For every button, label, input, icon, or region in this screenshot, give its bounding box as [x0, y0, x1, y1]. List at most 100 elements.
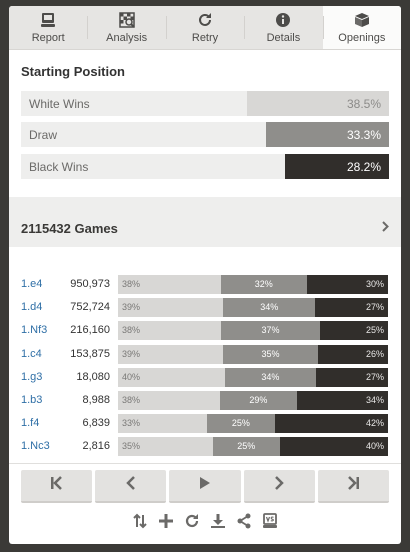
section-divider: [9, 197, 401, 209]
share-button[interactable]: [235, 513, 253, 532]
black-win-segment: 34%: [297, 390, 388, 410]
draw-percent: 32%: [254, 279, 273, 289]
white-win-segment: 39%: [118, 298, 224, 318]
openings-panel: Report Analysis Retry Details Openings S…: [9, 6, 401, 544]
move-row[interactable]: 1.g3 18,080 40% 34% 27%: [21, 366, 389, 389]
starting-position-title: Starting Position: [21, 64, 125, 79]
draw-segment: 29%: [219, 390, 298, 410]
draw-segment: 32%: [220, 275, 307, 294]
move-link[interactable]: 1.b3: [21, 394, 42, 406]
draw-percent: 34%: [261, 371, 280, 382]
black-win-segment: 42%: [274, 414, 388, 434]
draw-segment: 25%: [207, 414, 275, 434]
white-win-percent: 38%: [122, 325, 141, 336]
report-icon: [41, 11, 56, 29]
next-move-icon: [273, 476, 285, 495]
games-count-row[interactable]: 2115432 Games: [9, 209, 401, 247]
tab-openings[interactable]: Openings: [322, 6, 401, 49]
white-win-segment: 33%: [118, 414, 208, 434]
white-win-percent: 39%: [122, 302, 141, 313]
previous-move-icon: [125, 476, 137, 495]
white-win-segment: 38%: [118, 390, 220, 410]
move-game-count: 2,816: [82, 440, 110, 453]
tab-details[interactable]: Details: [244, 6, 322, 49]
move-row[interactable]: 1.Nf3 216,160 38% 37% 25%: [21, 319, 389, 342]
move-link[interactable]: 1.e4: [21, 278, 42, 290]
next-move-button[interactable]: [243, 470, 315, 503]
move-result-bar: 38% 37% 25%: [118, 321, 388, 341]
tab-bar: Report Analysis Retry Details Openings: [9, 6, 401, 50]
tab-report[interactable]: Report: [9, 6, 87, 49]
white-win-percent: 39%: [122, 348, 141, 359]
move-link[interactable]: 1.Nf3: [21, 324, 47, 336]
move-row[interactable]: 1.e4 950,973 38% 32% 30%: [21, 273, 389, 296]
draw-percent: 35%: [261, 348, 280, 359]
white-win-percent: 38%: [122, 394, 141, 405]
reset-icon: [184, 513, 200, 534]
move-result-bar: 35% 25% 40%: [118, 437, 388, 457]
move-link[interactable]: 1.c4: [21, 348, 42, 360]
draw-percent: 33.3%: [346, 128, 381, 142]
flip-board-button[interactable]: [131, 513, 149, 534]
white-win-percent: 38%: [122, 279, 141, 289]
play-button[interactable]: [169, 470, 241, 503]
previous-move-button[interactable]: [95, 470, 167, 503]
move-link[interactable]: 1.g3: [21, 371, 42, 383]
move-result-bar: 33% 25% 42%: [118, 414, 388, 434]
black-win-percent: 30%: [365, 279, 384, 289]
move-link[interactable]: 1.d4: [21, 301, 42, 313]
tab-retry-label: Retry: [191, 32, 219, 44]
move-game-count: 18,080: [76, 370, 110, 383]
play-icon: [199, 476, 211, 495]
black-win-segment: 30%: [306, 275, 388, 294]
move-game-count: 8,988: [82, 393, 110, 406]
tab-retry[interactable]: Retry: [165, 6, 244, 49]
info-icon: [275, 11, 291, 29]
move-link[interactable]: 1.f4: [21, 417, 39, 429]
black-win-percent: 42%: [365, 418, 384, 429]
black-win-segment: 25%: [320, 321, 388, 341]
black-wins-bar: Black Wins 28.2%: [21, 154, 389, 179]
black-win-percent: 40%: [365, 441, 384, 452]
first-move-icon: [49, 476, 65, 495]
white-win-percent: 35%: [122, 441, 141, 452]
download-button[interactable]: [209, 513, 227, 532]
tab-report-label: Report: [31, 32, 65, 44]
move-game-count: 153,875: [70, 347, 110, 360]
move-result-bar: 38% 32% 30%: [118, 275, 388, 294]
black-win-percent: 27%: [365, 371, 384, 382]
black-win-segment: 27%: [315, 298, 388, 318]
toolbar: [9, 512, 401, 534]
controls-divider: [9, 463, 401, 464]
draw-label: Draw: [29, 128, 58, 142]
draw-percent: 25%: [237, 441, 256, 452]
draw-segment: 34%: [224, 367, 316, 387]
add-button[interactable]: [157, 513, 175, 534]
add-icon: [158, 513, 174, 534]
black-win-segment: 26%: [317, 344, 388, 364]
black-win-percent: 25%: [365, 325, 384, 336]
black-win-segment: 27%: [315, 367, 388, 387]
versus-button[interactable]: [261, 512, 279, 532]
move-navigation: [21, 470, 390, 503]
move-row[interactable]: 1.d4 752,724 39% 34% 27%: [21, 296, 389, 319]
tab-analysis[interactable]: Analysis: [87, 6, 165, 49]
black-win-percent: 26%: [365, 348, 384, 359]
move-row[interactable]: 1.c4 153,875 39% 35% 26%: [21, 343, 389, 366]
move-row[interactable]: 1.f4 6,839 33% 25% 42%: [21, 412, 389, 435]
last-move-button[interactable]: [317, 470, 390, 503]
move-result-bar: 40% 34% 27%: [118, 367, 388, 387]
move-row[interactable]: 1.b3 8,988 38% 29% 34%: [21, 389, 389, 412]
tab-details-label: Details: [266, 32, 301, 44]
draw-segment: 34%: [223, 298, 316, 318]
reset-button[interactable]: [183, 513, 201, 534]
flip-board-icon: [132, 513, 148, 534]
first-move-button[interactable]: [21, 470, 93, 503]
white-win-segment: 39%: [118, 344, 224, 364]
move-row[interactable]: 1.Nc3 2,816 35% 25% 40%: [21, 435, 389, 458]
move-link[interactable]: 1.Nc3: [21, 440, 50, 452]
draw-bar: Draw 33.3%: [21, 122, 389, 147]
draw-percent: 29%: [249, 394, 268, 405]
draw-percent: 37%: [261, 325, 280, 336]
moves-table: 1.e4 950,973 38% 32% 30% 1.d4 752,724 39% 34% 27%…: [21, 273, 389, 459]
